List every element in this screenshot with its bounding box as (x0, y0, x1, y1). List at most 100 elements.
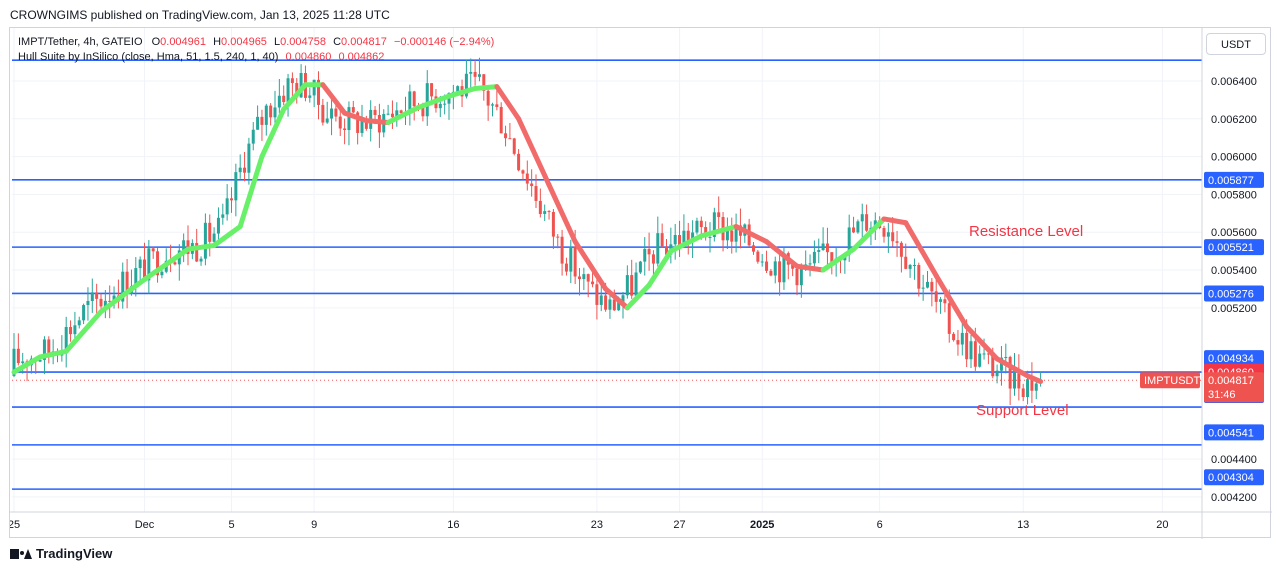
price-tick-label: 0.006400 (1211, 76, 1257, 88)
candle-body (934, 291, 938, 302)
candle-body (638, 261, 642, 273)
candle-body (599, 295, 603, 305)
candle-body (360, 120, 364, 133)
symbol-row: IMPT/Tether, 4h, GATEIO O0.004961 H0.004… (18, 35, 494, 50)
symbol-tag-label: IMPTUSDT (1144, 375, 1201, 387)
high-label: H (213, 36, 222, 48)
candle-body (499, 106, 503, 134)
candle-body (556, 236, 560, 238)
candle-body (264, 105, 268, 125)
candle-body (1026, 379, 1030, 398)
candle-body (399, 110, 403, 114)
candle-body (560, 236, 564, 264)
indicator-value-2: 0.004862 (338, 51, 385, 63)
chart-frame[interactable]: 0.006400 0.006200 0.006000 0.005800 0.005600… (9, 27, 1272, 539)
candle-body (952, 333, 956, 341)
candle-body (517, 153, 521, 171)
candle-body (1004, 356, 1008, 358)
candle-body (825, 243, 829, 253)
chart-legend: IMPT/Tether, 4h, GATEIO O0.004961 H0.004… (18, 35, 494, 65)
candle-body (578, 276, 581, 280)
close-label: C (333, 36, 342, 48)
resistance-label: Resistance Level (969, 223, 1084, 240)
bar-countdown: 31:46 (1208, 389, 1236, 401)
candle-body (908, 265, 912, 269)
candle-body (199, 258, 203, 262)
candle-body (634, 272, 638, 296)
time-tick-label: 5 (228, 519, 234, 531)
candle-body (756, 251, 760, 262)
hull-segment (237, 154, 265, 230)
candle-body (421, 107, 425, 117)
high-value: 0.004965 (221, 36, 267, 48)
hull-segment (881, 216, 909, 226)
candle-body (564, 263, 568, 272)
candle-body (647, 248, 651, 255)
candle-body (904, 256, 908, 269)
price-tag-label: 0.004541 (1208, 427, 1254, 439)
candle-body (504, 133, 508, 139)
indicator-label[interactable]: Hull Suite by InSilico (close, Hma, 51, … (18, 51, 278, 63)
candle-body (573, 246, 577, 277)
candle-body (943, 299, 947, 304)
candle-body (77, 320, 81, 326)
candle-body (586, 274, 590, 282)
candle-body (765, 261, 769, 271)
time-tick-label: 9 (311, 519, 317, 531)
candle-body (725, 230, 729, 241)
candle-body (486, 90, 490, 106)
symbol-label[interactable]: IMPT/Tether, 4h, GATEIO (18, 36, 143, 48)
tradingview-logo-icon (10, 547, 32, 561)
candle-body (525, 173, 529, 184)
footer-brand[interactable]: TradingView (10, 546, 112, 561)
candle-body (86, 301, 90, 306)
candle-body (551, 211, 555, 237)
candle-body (234, 172, 238, 201)
candle-body (47, 339, 51, 354)
open-label: O (151, 36, 161, 48)
candle-body (151, 248, 155, 252)
candle-body (651, 254, 655, 264)
candle-body (821, 243, 825, 251)
candle-body (956, 340, 960, 345)
candle-body (699, 220, 703, 228)
candle-body (817, 250, 821, 252)
candle-body (1034, 383, 1038, 391)
candle-body (947, 303, 951, 334)
price-tag-label: 0.005521 (1208, 242, 1254, 254)
hull-segment (472, 84, 500, 91)
candle-body (856, 221, 860, 233)
hull-segment (363, 118, 391, 126)
candle-body (73, 325, 77, 335)
candle-body (347, 107, 351, 131)
candle-body (860, 214, 864, 222)
candle-body (21, 361, 25, 364)
time-tick-label: 25 (10, 519, 20, 531)
candle-body (917, 264, 921, 289)
time-tick-label: 6 (877, 519, 883, 531)
candle-body (247, 143, 251, 173)
candle-body (343, 128, 347, 131)
candle-body (95, 292, 99, 299)
price-tick-label: 0.005800 (1211, 189, 1257, 201)
candle-body (965, 332, 969, 360)
candle-body (547, 211, 551, 213)
candle-body (534, 186, 538, 201)
candle-body (656, 233, 660, 264)
candle-body (612, 299, 616, 311)
price-tag-label: 0.004304 (1208, 472, 1254, 484)
candle-body (1008, 356, 1012, 389)
price-tick-label: 0.004200 (1211, 492, 1257, 504)
price-chart[interactable]: 0.006400 0.006200 0.006000 0.005800 0.005600… (10, 28, 1272, 539)
candle-body (208, 222, 212, 242)
candle-body (895, 241, 899, 243)
price-tag-label: 0.005276 (1208, 288, 1254, 300)
candle-body (930, 281, 934, 292)
candle-body (338, 116, 342, 129)
candle-body (530, 183, 534, 187)
candle-body (660, 233, 664, 247)
candle-body (969, 341, 973, 360)
last-price-value: 0.004817 (1208, 375, 1254, 387)
currency-selector[interactable]: USDT (1206, 33, 1266, 55)
candle-body (90, 292, 94, 302)
